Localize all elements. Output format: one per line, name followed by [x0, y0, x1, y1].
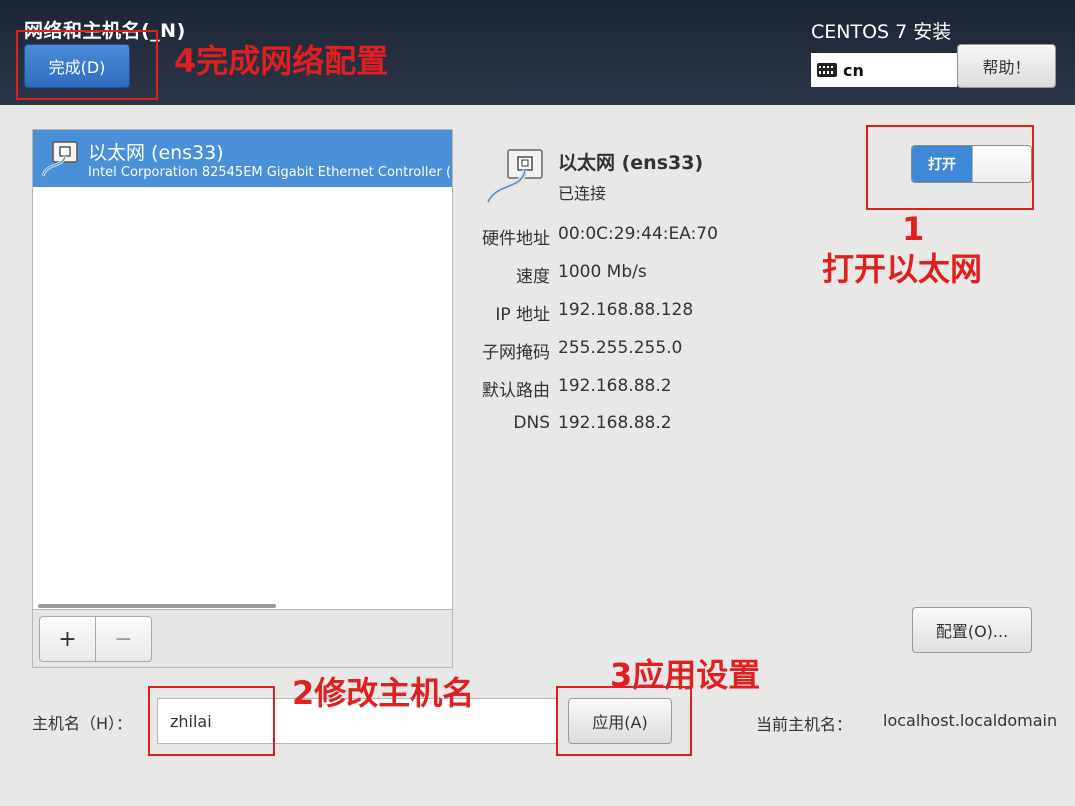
info-row-subnet-mask: 子网掩码 255.255.255.0 — [470, 338, 682, 363]
connection-status: 已连接 — [558, 184, 607, 203]
info-row-default-route: 默认路由 192.168.88.2 — [470, 376, 672, 401]
install-title: CENTOS 7 安装 — [811, 21, 952, 43]
keyboard-icon — [817, 63, 837, 77]
info-value: 192.168.88.128 — [558, 300, 694, 320]
hostname-label: 主机名（H）： — [32, 714, 133, 733]
annotation-box-hostname — [148, 686, 275, 756]
annotation-step3: 3应用设置 — [610, 656, 761, 694]
keyboard-layout-indicator[interactable]: cn — [811, 53, 957, 87]
info-value: 00:0C:29:44:EA:70 — [558, 224, 718, 244]
detail-device-name: 以太网 (ens33) — [558, 152, 704, 174]
info-value: 255.255.255.0 — [558, 338, 683, 358]
info-label: 硬件地址 — [482, 229, 550, 249]
device-list-toolbar: + − — [32, 610, 453, 668]
ethernet-icon — [41, 141, 78, 177]
keyboard-layout-label: cn — [843, 60, 864, 80]
annotation-box-done — [16, 30, 158, 100]
current-hostname-label: 当前主机名： — [756, 715, 853, 734]
add-device-button[interactable]: + — [39, 616, 96, 662]
info-label: 默认路由 — [482, 381, 550, 401]
info-value: 192.168.88.2 — [558, 413, 672, 433]
annotation-box-apply — [556, 686, 692, 756]
device-description: Intel Corporation 82545EM Gigabit Ethern… — [88, 165, 452, 180]
annotation-step1-text: 打开以太网 — [822, 250, 983, 288]
info-row-hardware-address: 硬件地址 00:0C:29:44:EA:70 — [470, 224, 718, 249]
annotation-step1-number: 1 — [902, 210, 925, 248]
info-row-ip-address: IP 地址 192.168.88.128 — [470, 300, 693, 325]
configure-button[interactable]: 配置(O)... — [912, 607, 1032, 653]
device-item-ens33[interactable]: 以太网 (ens33) Intel Corporation 82545EM Gi… — [33, 130, 452, 187]
info-label: DNS — [513, 413, 550, 433]
horizontal-scrollbar[interactable] — [38, 604, 276, 608]
info-row-speed: 速度 1000 Mb/s — [470, 262, 647, 287]
info-value: 192.168.88.2 — [558, 376, 672, 396]
info-value: 1000 Mb/s — [558, 262, 647, 282]
info-label: IP 地址 — [495, 305, 550, 325]
device-list[interactable]: 以太网 (ens33) Intel Corporation 82545EM Gi… — [32, 129, 453, 610]
ethernet-icon — [485, 149, 543, 204]
info-row-dns: DNS 192.168.88.2 — [470, 413, 671, 437]
annotation-step4: 4完成网络配置 — [174, 42, 389, 80]
remove-device-button[interactable]: − — [95, 616, 152, 662]
info-label: 速度 — [516, 267, 550, 287]
annotation-step2: 2修改主机名 — [292, 674, 475, 712]
help-button[interactable]: 帮助！ — [957, 44, 1056, 88]
info-label: 子网掩码 — [482, 343, 550, 363]
annotation-box-toggle — [866, 125, 1034, 210]
current-hostname-value: localhost.localdomain — [883, 711, 1058, 730]
header-bar: 网络和主机名(_N) 完成(D) CENTOS 7 安装 cn 帮助！ — [0, 0, 1075, 105]
device-name: 以太网 (ens33) — [88, 142, 224, 164]
